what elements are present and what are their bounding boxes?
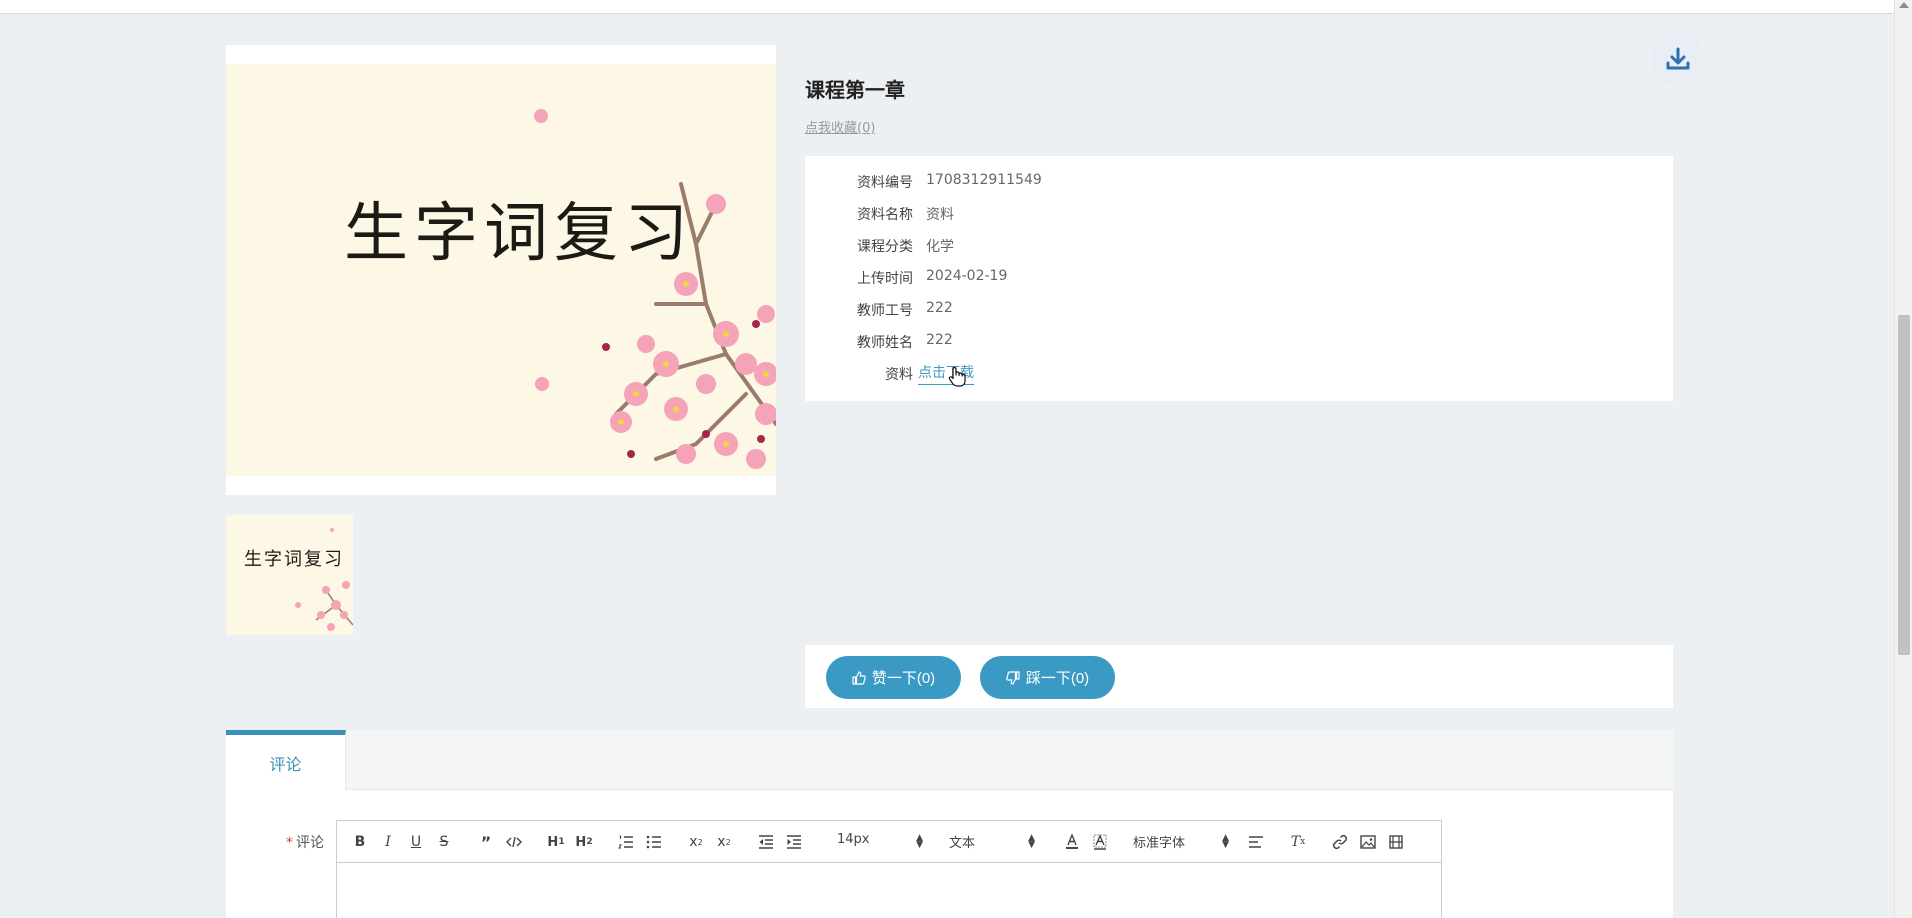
detail-key: 课程分类 [857, 239, 913, 255]
comment-field-label: * 评论 [286, 832, 324, 852]
code-block-icon[interactable] [505, 832, 523, 852]
underline-icon[interactable]: U [407, 832, 425, 852]
font-size-value: 14px [837, 832, 870, 847]
scroll-up-arrow-icon[interactable] [1899, 2, 1909, 8]
detail-key: 上传时间 [857, 271, 913, 287]
detail-value: 1708312911549 [926, 172, 1042, 188]
like-button-label: 赞一下(0) [871, 670, 936, 687]
font-size-select[interactable]: 14px ▲ ▼ [837, 832, 923, 852]
bold-icon[interactable]: B [351, 832, 369, 852]
detail-key: 资料名称 [857, 207, 913, 223]
tab-comments[interactable]: 评论 [226, 730, 346, 790]
detail-key: 教师姓名 [857, 335, 913, 351]
details-panel: 资料编号 1708312911549 资料名称 资料 课程分类 化学 上传时间 … [805, 156, 1673, 401]
file-row: 资料 点击下载 [805, 356, 1673, 388]
comments-section: 评论 * 评论 B I U S ” H1 H2 x2 x2 14px ▲ ▼ 文… [226, 730, 1673, 918]
strikethrough-icon[interactable]: S [435, 832, 453, 852]
ordered-list-icon[interactable] [617, 832, 635, 852]
main-preview-image: 生字词复习 [226, 45, 776, 495]
browser-top-bar [0, 0, 1894, 14]
select-arrows-icon: ▲ ▼ [916, 833, 923, 850]
file-key: 资料 [885, 367, 913, 383]
blockquote-icon[interactable]: ” [477, 832, 495, 852]
comment-label-text: 评论 [296, 835, 324, 851]
thumbnail-image[interactable]: 生字词复习 [226, 515, 353, 635]
dislike-button[interactable]: 踩一下(0) [980, 656, 1115, 699]
link-icon[interactable] [1331, 832, 1349, 852]
detail-row: 资料名称 资料 [805, 196, 1673, 228]
comments-tab-bar: 评论 [226, 730, 1673, 790]
vertical-scrollbar[interactable] [1894, 0, 1912, 918]
detail-row: 教师姓名 222 [805, 324, 1673, 356]
text-color-icon[interactable] [1063, 832, 1081, 852]
font-family-value: 标准字体 [1133, 836, 1186, 851]
thumbs-down-icon [1006, 670, 1020, 685]
editor-toolbar: B I U S ” H1 H2 x2 x2 14px ▲ ▼ 文本 ▲ ▼ 标准… [337, 821, 1441, 863]
clear-format-icon[interactable]: Tx [1289, 832, 1307, 852]
required-mark: * [286, 835, 293, 851]
detail-value: 化学 [926, 239, 954, 255]
detail-value: 222 [926, 332, 953, 348]
select-arrows-icon: ▲ ▼ [1222, 833, 1229, 850]
detail-value: 222 [926, 300, 953, 316]
select-arrows-icon: ▲ ▼ [1028, 833, 1035, 850]
superscript-icon[interactable]: x2 [715, 832, 733, 852]
align-left-icon[interactable] [1247, 832, 1265, 852]
vote-panel: 赞一下(0) 踩一下(0) [805, 645, 1673, 708]
bullet-list-icon[interactable] [645, 832, 663, 852]
favorite-link[interactable]: 点我收藏(0) [805, 117, 875, 136]
slide-image: 生字词复习 [226, 64, 776, 476]
indent-icon[interactable] [785, 832, 803, 852]
scrollbar-thumb[interactable] [1898, 315, 1910, 655]
detail-row: 资料编号 1708312911549 [805, 164, 1673, 196]
thumbs-up-icon [852, 670, 866, 685]
heading-2-icon[interactable]: H2 [575, 832, 593, 852]
dislike-button-label: 踩一下(0) [1025, 670, 1090, 687]
detail-value: 2024-02-19 [926, 268, 1008, 284]
font-family-select[interactable]: 标准字体 ▲ ▼ [1133, 832, 1229, 852]
background-color-icon[interactable] [1091, 832, 1109, 852]
detail-row: 教师工号 222 [805, 292, 1673, 324]
block-type-select[interactable]: 文本 ▲ ▼ [949, 832, 1035, 852]
like-button[interactable]: 赞一下(0) [826, 656, 961, 699]
outdent-icon[interactable] [757, 832, 775, 852]
detail-value: 资料 [926, 207, 954, 223]
subscript-icon[interactable]: x2 [687, 832, 705, 852]
block-type-value: 文本 [949, 836, 976, 851]
italic-icon[interactable]: I [379, 832, 397, 852]
detail-key: 教师工号 [857, 303, 913, 319]
download-button[interactable] [1651, 32, 1705, 86]
detail-row: 课程分类 化学 [805, 228, 1673, 260]
hand-cursor-icon [948, 366, 966, 387]
image-icon[interactable] [1359, 832, 1377, 852]
video-icon[interactable] [1387, 832, 1405, 852]
course-title: 课程第一章 [805, 78, 905, 102]
detail-row: 上传时间 2024-02-19 [805, 260, 1673, 292]
thumbnail-blossom-icon [295, 528, 353, 631]
plum-blossom-branch-icon [534, 109, 776, 469]
download-icon [1666, 47, 1690, 70]
heading-1-icon[interactable]: H1 [547, 832, 565, 852]
rich-text-editor[interactable]: B I U S ” H1 H2 x2 x2 14px ▲ ▼ 文本 ▲ ▼ 标准… [336, 820, 1442, 918]
detail-key: 资料编号 [857, 175, 913, 191]
